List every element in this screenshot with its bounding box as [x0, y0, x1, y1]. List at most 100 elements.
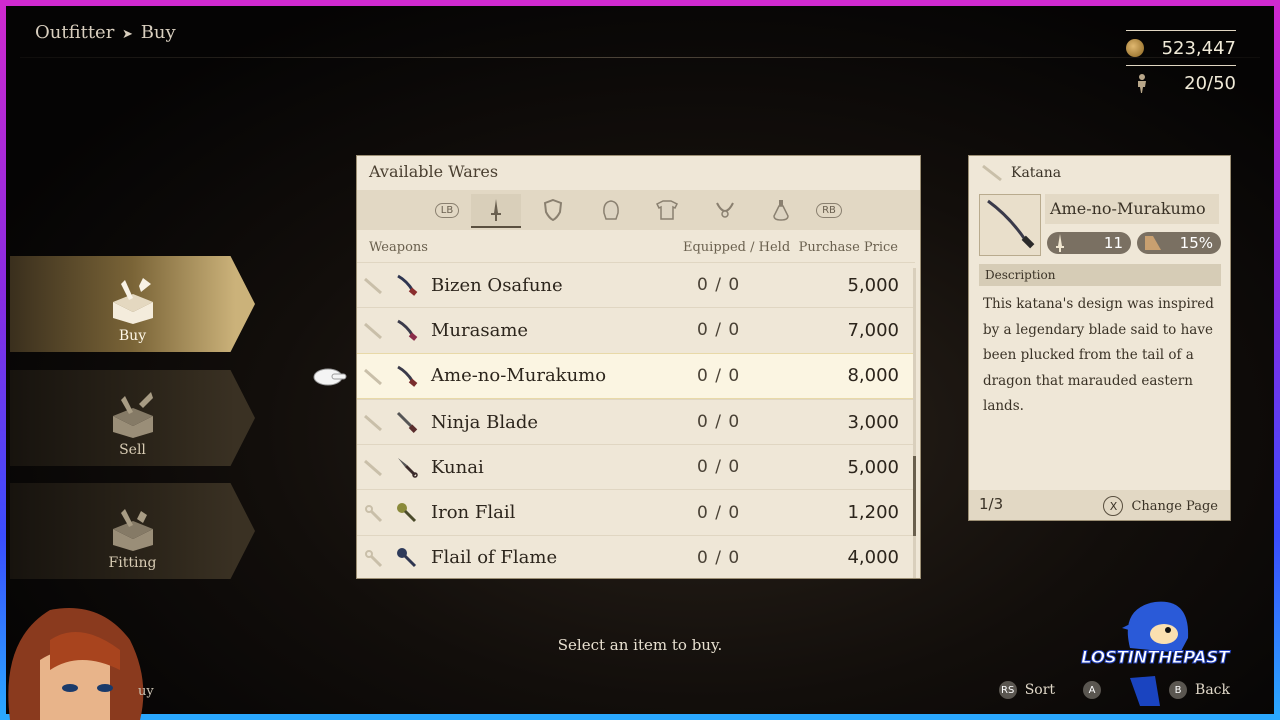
- katana-type-icon: [364, 460, 382, 477]
- ware-row[interactable]: Murasame 0 / 0 7,000: [357, 307, 915, 352]
- ware-price: 5,000: [847, 274, 899, 296]
- ware-row[interactable]: Bizen Osafune 0 / 0 5,000: [357, 262, 915, 307]
- helmet-icon: [603, 200, 619, 220]
- fitting-icon: [112, 509, 153, 551]
- ware-held: 0 / 0: [697, 457, 741, 478]
- menu-buy-button[interactable]: Buy: [10, 256, 255, 352]
- detail-page-indicator: 1/3: [979, 495, 1004, 513]
- flail-type-icon: [365, 504, 383, 522]
- ware-name: Kunai: [431, 456, 484, 478]
- header-divider: [20, 57, 1260, 58]
- menu-fitting-button[interactable]: Fitting: [10, 483, 255, 579]
- ware-name: Ame-no-Murakumo: [431, 365, 607, 387]
- detail-category: Katana: [981, 164, 1061, 182]
- katana-icon: [397, 274, 418, 297]
- sort-label: Sort: [1024, 682, 1056, 698]
- x-button-icon: X: [1103, 496, 1124, 516]
- crit-value: 15%: [1179, 234, 1213, 252]
- ware-row-selected[interactable]: Ame-no-Murakumo 0 / 0 8,000: [357, 352, 915, 399]
- armor-icon: [655, 200, 679, 220]
- channel-logo: LOSTINTHEPAST: [1060, 598, 1250, 708]
- shield-icon: [543, 199, 563, 221]
- ware-held: 0 / 0: [697, 412, 741, 433]
- breadcrumb-separator-icon: ➤: [122, 27, 133, 42]
- obscured-buy-label: uy: [138, 684, 154, 699]
- menu-sell-button[interactable]: Sell: [10, 370, 255, 466]
- katana-type-icon: [364, 323, 382, 340]
- description-header: Description: [979, 264, 1221, 286]
- rs-button-icon: RS: [998, 681, 1017, 699]
- wares-panel: Available Wares LB RB Weapons Equipped /…: [356, 155, 921, 579]
- menu-sell-label: Sell: [119, 442, 146, 458]
- category-tabs: LB RB: [357, 190, 920, 230]
- ware-price: 1,200: [847, 502, 899, 524]
- wares-list: Bizen Osafune 0 / 0 5,000 Murasame 0 / 0…: [357, 262, 915, 580]
- menu-fitting-label: Fitting: [108, 555, 157, 571]
- detail-category-label: Katana: [1011, 165, 1062, 181]
- katana-large-icon: [987, 199, 1035, 249]
- change-page-button[interactable]: X Change Page: [1103, 496, 1218, 516]
- katana-icon: [397, 365, 418, 387]
- ware-name: Iron Flail: [431, 502, 516, 524]
- currency-panel: 523,447 20/50: [1125, 30, 1236, 100]
- breadcrumb-section: Outfitter: [35, 22, 115, 43]
- flail-type-icon: [365, 549, 383, 567]
- tab-items[interactable]: [761, 194, 801, 226]
- ware-row[interactable]: Kunai 0 / 0 5,000: [357, 444, 915, 489]
- lb-label: LB: [434, 202, 460, 218]
- menu-buy-label: Buy: [118, 328, 147, 344]
- detail-footer: 1/3 X Change Page: [969, 490, 1230, 520]
- list-scroll-thumb[interactable]: [913, 456, 916, 536]
- kunai-icon: [398, 458, 418, 479]
- tab-shields[interactable]: [533, 194, 573, 226]
- tab-helmets[interactable]: [591, 194, 631, 226]
- critical-icon: [1145, 236, 1161, 250]
- item-description: This katana's design was inspired by a l…: [983, 296, 1214, 414]
- ware-held: 0 / 0: [697, 320, 741, 341]
- sort-button[interactable]: RS Sort: [998, 681, 1056, 699]
- buy-icon: [112, 278, 153, 324]
- party-count: 20/50: [1184, 72, 1236, 94]
- item-detail-panel: Katana Ame-no-Murakumo 11 15% Descriptio…: [968, 155, 1231, 521]
- flail-icon: [397, 547, 417, 567]
- ware-name: Bizen Osafune: [431, 274, 563, 296]
- ware-row[interactable]: Ninja Blade 0 / 0 3,000: [357, 398, 915, 444]
- flail-icon: [397, 502, 417, 522]
- attack-icon: [1056, 234, 1064, 252]
- purchase-price-header: Purchase Price: [798, 240, 898, 255]
- party-member-icon: [1138, 74, 1147, 93]
- sell-icon: [112, 392, 153, 438]
- ware-price: 7,000: [847, 319, 899, 341]
- tab-armor[interactable]: [647, 194, 687, 226]
- rb-label: RB: [816, 202, 842, 218]
- katana-icon: [397, 320, 418, 342]
- ware-row[interactable]: Iron Flail 0 / 0 1,200: [357, 489, 915, 534]
- ware-row[interactable]: Flail of Flame 0 / 0 4,000: [357, 534, 915, 580]
- tab-accessories[interactable]: [705, 194, 745, 226]
- ware-name: Flail of Flame: [431, 547, 558, 569]
- potion-icon: [773, 200, 789, 221]
- ware-price: 8,000: [847, 365, 899, 387]
- hand-pointer-icon: [313, 368, 347, 386]
- attack-value: 11: [1103, 234, 1123, 252]
- breadcrumb: Outfitter ➤ Buy: [35, 22, 176, 43]
- katana-type-icon: [364, 414, 382, 432]
- detail-item-name: Ame-no-Murakumo: [1045, 194, 1219, 224]
- tab-weapons[interactable]: [471, 194, 521, 228]
- ware-price: 3,000: [847, 411, 899, 433]
- ware-name: Ninja Blade: [431, 411, 539, 433]
- tab-prev-lb-button[interactable]: LB: [427, 194, 467, 226]
- ware-held: 0 / 0: [697, 365, 741, 386]
- character-portrait: [8, 608, 144, 720]
- ware-held: 0 / 0: [697, 502, 741, 523]
- katana-category-icon: [982, 164, 1002, 182]
- wares-title: Available Wares: [369, 162, 499, 181]
- coin-icon: [1125, 39, 1144, 57]
- necklace-icon: [716, 202, 734, 218]
- tab-next-rb-button[interactable]: RB: [809, 194, 849, 226]
- attack-stat-badge: 11: [1047, 232, 1131, 254]
- katana-type-icon: [364, 278, 382, 295]
- detail-item-thumbnail: [979, 194, 1041, 256]
- ware-held: 0 / 0: [697, 275, 741, 296]
- ninja-blade-icon: [396, 411, 418, 433]
